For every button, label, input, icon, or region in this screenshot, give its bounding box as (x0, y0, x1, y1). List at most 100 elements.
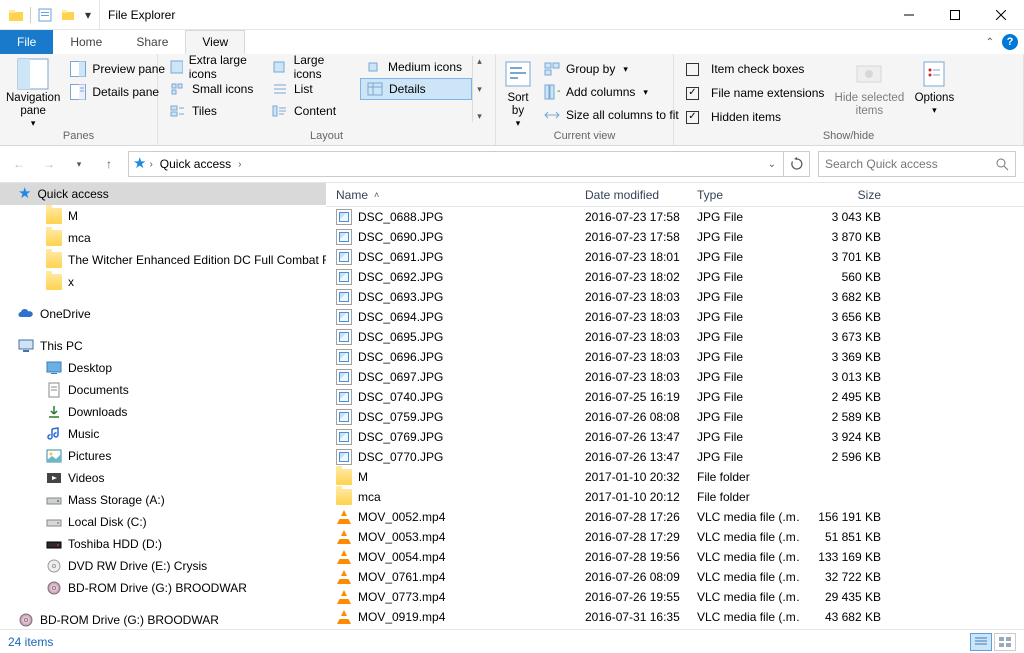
hidden-items-toggle[interactable]: Hidden items (680, 106, 830, 128)
file-row[interactable]: DSC_0696.JPG2016-07-23 18:03JPG File3 36… (326, 347, 1024, 367)
file-row[interactable]: DSC_0740.JPG2016-07-25 16:19JPG File2 49… (326, 387, 1024, 407)
file-row[interactable]: DSC_0770.JPG2016-07-26 13:47JPG File2 59… (326, 447, 1024, 467)
file-row[interactable]: MOV_0053.mp42016-07-28 17:29VLC media fi… (326, 527, 1024, 547)
navigation-pane-button[interactable]: Navigation pane ▾ (6, 56, 60, 129)
tab-view[interactable]: View (185, 30, 245, 54)
tab-share[interactable]: Share (119, 30, 185, 54)
file-row[interactable]: DSC_0694.JPG2016-07-23 18:03JPG File3 65… (326, 307, 1024, 327)
close-button[interactable] (978, 0, 1024, 29)
recent-locations-dropdown[interactable]: ▾ (68, 153, 90, 175)
tree-item[interactable]: Downloads (0, 401, 326, 423)
tree-item[interactable]: Desktop (0, 357, 326, 379)
file-row[interactable]: DSC_0688.JPG2016-07-23 17:58JPG File3 04… (326, 207, 1024, 227)
up-button[interactable]: ↑ (98, 153, 120, 175)
layout-extra-large-icons[interactable]: Extra large icons (164, 56, 266, 78)
explorer-icon[interactable] (5, 4, 27, 26)
tree-item[interactable]: M (0, 205, 326, 227)
help-icon[interactable]: ? (1002, 34, 1018, 50)
chevron-right-icon[interactable]: › (146, 159, 155, 170)
column-type[interactable]: Type (687, 183, 801, 206)
item-count: 24 items (8, 635, 53, 649)
address-bar[interactable]: ★ › Quick access › ⌄ (128, 151, 784, 177)
search-box[interactable]: Search Quick access (818, 151, 1016, 177)
file-row[interactable]: DSC_0693.JPG2016-07-23 18:03JPG File3 68… (326, 287, 1024, 307)
large-icons-view-button[interactable] (994, 633, 1016, 651)
qat-customize-dropdown[interactable]: ▾ (81, 8, 95, 22)
tree-item[interactable]: BD-ROM Drive (G:) BROODWAR (0, 609, 326, 629)
tree-item[interactable]: ★Quick access (0, 183, 326, 205)
file-row[interactable]: DSC_0692.JPG2016-07-23 18:02JPG File560 … (326, 267, 1024, 287)
item-checkboxes-toggle[interactable]: Item check boxes (680, 58, 830, 80)
tree-item[interactable]: The Witcher Enhanced Edition DC Full Com… (0, 249, 326, 271)
layout-gallery[interactable]: Extra large iconsLarge iconsMedium icons… (164, 56, 486, 122)
tree-item[interactable]: OneDrive (0, 303, 326, 325)
file-row[interactable]: DSC_0759.JPG2016-07-26 08:08JPG File2 58… (326, 407, 1024, 427)
layout-medium-icons[interactable]: Medium icons (360, 56, 472, 78)
file-row[interactable]: M2017-01-10 20:32File folder (326, 467, 1024, 487)
tree-item[interactable]: BD-ROM Drive (G:) BROODWAR (0, 577, 326, 599)
sort-by-button[interactable]: Sort by ▾ (502, 56, 534, 129)
ribbon-tabs: File Home Share View ⌃ ? (0, 30, 1024, 54)
breadcrumb-quick-access[interactable]: Quick access (156, 157, 235, 171)
file-row[interactable]: MOV_0054.mp42016-07-28 19:56VLC media fi… (326, 547, 1024, 567)
tree-item[interactable]: Videos (0, 467, 326, 489)
group-icon (544, 61, 560, 77)
group-by-button[interactable]: Group by▾ (538, 58, 685, 80)
ribbon-collapse-icon[interactable]: ⌃ (986, 37, 994, 48)
tree-item[interactable]: Mass Storage (A:) (0, 489, 326, 511)
add-columns-button[interactable]: +Add columns▾ (538, 81, 685, 103)
maximize-button[interactable] (932, 0, 978, 29)
forward-button[interactable]: → (38, 153, 60, 175)
properties-icon[interactable] (34, 4, 56, 26)
layout-small-icons[interactable]: Small icons (164, 78, 266, 100)
layout-details[interactable]: Details (360, 78, 472, 100)
details-view-icon (975, 637, 987, 647)
file-row[interactable]: MOV_0052.mp42016-07-28 17:26VLC media fi… (326, 507, 1024, 527)
tree-item[interactable]: Music (0, 423, 326, 445)
file-list[interactable]: DSC_0688.JPG2016-07-23 17:58JPG File3 04… (326, 207, 1024, 629)
tree-item[interactable]: x (0, 271, 326, 293)
size-all-columns-button[interactable]: Size all columns to fit (538, 104, 685, 126)
options-button[interactable]: Options ▾ (908, 56, 960, 116)
file-row[interactable]: MOV_0773.mp42016-07-26 19:55VLC media fi… (326, 587, 1024, 607)
details-view-button[interactable] (970, 633, 992, 651)
file-row[interactable]: DSC_0691.JPG2016-07-23 18:01JPG File3 70… (326, 247, 1024, 267)
tree-item[interactable]: mca (0, 227, 326, 249)
tree-item[interactable]: DVD RW Drive (E:) Crysis (0, 555, 326, 577)
preview-pane-button[interactable]: Preview pane (64, 58, 171, 80)
column-name[interactable]: Name˄ (326, 183, 575, 206)
minimize-button[interactable] (886, 0, 932, 29)
tree-item[interactable]: Documents (0, 379, 326, 401)
column-size[interactable]: Size (801, 183, 891, 206)
file-extensions-toggle[interactable]: File name extensions (680, 82, 830, 104)
back-button[interactable]: ← (8, 153, 30, 175)
address-history-dropdown[interactable]: ⌄ (765, 159, 779, 170)
tree-item[interactable]: Toshiba HDD (D:) (0, 533, 326, 555)
file-row[interactable]: DSC_0697.JPG2016-07-23 18:03JPG File3 01… (326, 367, 1024, 387)
size-columns-icon (544, 107, 560, 123)
file-row[interactable]: MOV_0761.mp42016-07-26 08:09VLC media fi… (326, 567, 1024, 587)
layout-more[interactable]: ▴▾▾ (472, 56, 486, 122)
layout-large-icons[interactable]: Large icons (266, 56, 360, 78)
tree-item[interactable]: Local Disk (C:) (0, 511, 326, 533)
file-row[interactable]: DSC_0769.JPG2016-07-26 13:47JPG File3 92… (326, 427, 1024, 447)
layout-list[interactable]: List (266, 78, 360, 100)
file-row[interactable]: mca2017-01-10 20:12File folder (326, 487, 1024, 507)
column-date[interactable]: Date modified (575, 183, 687, 206)
tree-item[interactable]: Pictures (0, 445, 326, 467)
file-row[interactable]: DSC_0695.JPG2016-07-23 18:03JPG File3 67… (326, 327, 1024, 347)
file-row[interactable]: MOV_0919.mp42016-07-31 16:35VLC media fi… (326, 607, 1024, 627)
chevron-right-icon[interactable]: › (235, 159, 244, 170)
layout-content[interactable]: Content (266, 100, 360, 122)
layout-tiles[interactable]: Tiles (164, 100, 266, 122)
ribbon: Navigation pane ▾ Preview pane Details p… (0, 54, 1024, 146)
tab-home[interactable]: Home (53, 30, 119, 54)
tree-item[interactable]: This PC (0, 335, 326, 357)
details-pane-button[interactable]: Details pane (64, 81, 171, 103)
new-folder-icon[interactable] (58, 4, 80, 26)
qat-separator (30, 7, 31, 23)
refresh-button[interactable] (784, 151, 810, 177)
file-row[interactable]: DSC_0690.JPG2016-07-23 17:58JPG File3 87… (326, 227, 1024, 247)
tab-file[interactable]: File (0, 30, 53, 54)
layout-icon (272, 81, 288, 97)
